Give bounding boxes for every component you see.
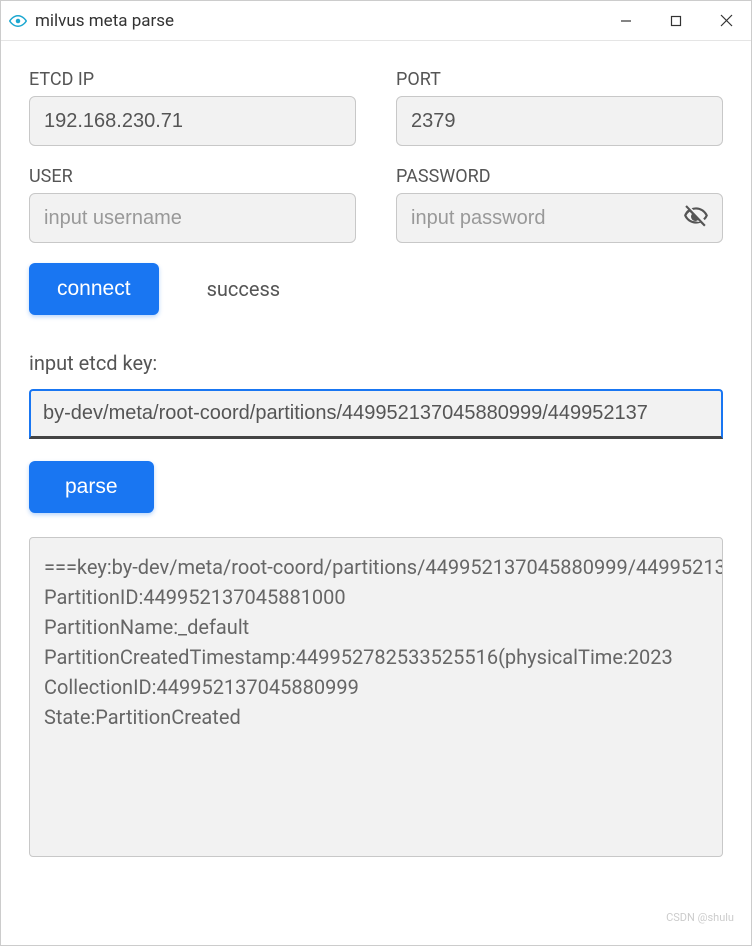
etcd-key-input[interactable] (29, 389, 723, 439)
parse-button[interactable]: parse (29, 461, 154, 513)
window-title: milvus meta parse (35, 11, 601, 31)
etcd-key-label: input etcd key: (29, 351, 723, 375)
username-input[interactable] (29, 193, 356, 243)
titlebar: milvus meta parse (1, 1, 751, 41)
password-label: PASSWORD (396, 166, 723, 187)
minimize-button[interactable] (601, 1, 651, 41)
etcd-ip-label: ETCD IP (29, 69, 356, 90)
connect-status: success (207, 277, 281, 301)
window-controls (601, 1, 751, 41)
port-label: PORT (396, 69, 723, 90)
port-input[interactable] (396, 96, 723, 146)
user-label: USER (29, 166, 356, 187)
visibility-off-icon[interactable] (683, 203, 709, 233)
output-textarea[interactable] (29, 537, 723, 857)
main-content: ETCD IP PORT USER PASSWORD conne (1, 41, 751, 877)
watermark: CSDN @shulu (666, 911, 734, 924)
connect-button[interactable]: connect (29, 263, 159, 315)
app-icon (9, 12, 27, 30)
etcd-ip-input[interactable] (29, 96, 356, 146)
close-button[interactable] (701, 1, 751, 41)
maximize-button[interactable] (651, 1, 701, 41)
password-input[interactable] (396, 193, 723, 243)
